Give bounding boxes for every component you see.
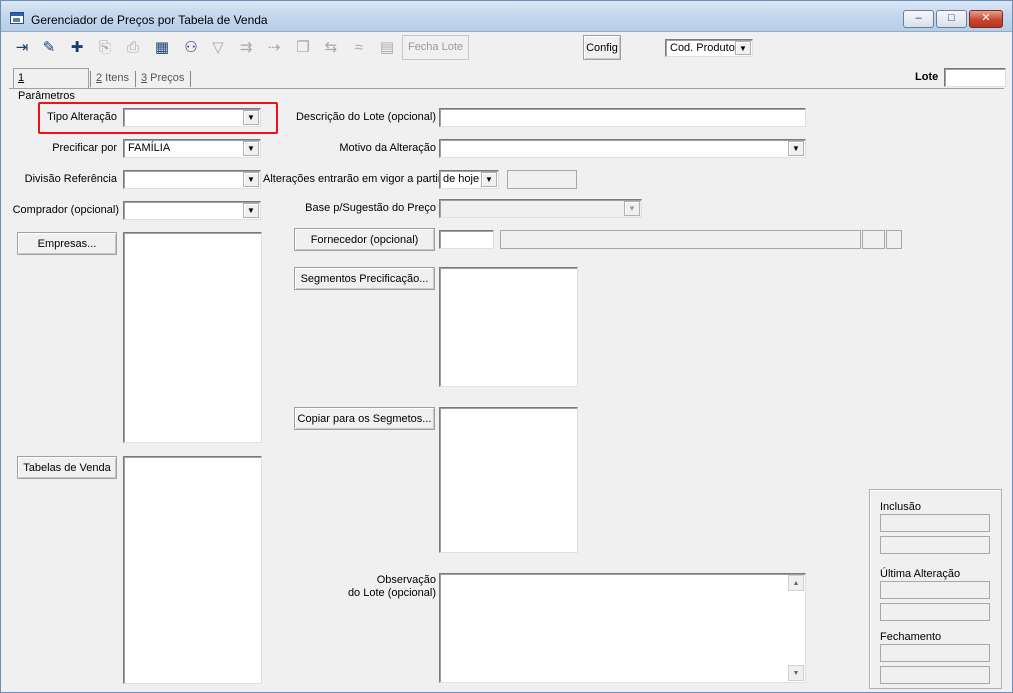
tab-parametros-key: 1 <box>18 72 25 84</box>
tipo-alteracao-label: Tipo Alteração <box>47 111 117 123</box>
chevron-down-icon[interactable]: ▼ <box>788 141 804 156</box>
ultima-alteracao-user-input[interactable] <box>880 581 990 599</box>
motivo-alteracao-select[interactable]: ▼ <box>439 139 806 158</box>
inclusao-label: Inclusão <box>880 501 921 513</box>
divisao-referencia-label: Divisão Referência <box>24 173 117 185</box>
close-button[interactable]: ✕ <box>969 10 1003 28</box>
fornecedor-extra-input[interactable] <box>862 230 885 249</box>
scroll-up-icon[interactable]: ▲ <box>788 575 804 591</box>
tab-itens-label: Itens <box>102 72 130 84</box>
base-sugestao-label: Base p/Sugestão do Preço <box>305 202 436 214</box>
exit-icon[interactable]: ⇥ <box>9 35 35 60</box>
toolbar: ⇥ ✎ ✚ ⎘ ⎙ ▦ ⚇ ▽ ⇉ ⇢ ❐ ⇆ ≈ ▤ Fecha Lote C… <box>6 33 1006 61</box>
tab-divider <box>9 88 1004 89</box>
comprador-select[interactable]: ▼ <box>123 201 261 220</box>
sort-select-value: Cod. Produto <box>670 42 735 54</box>
tab-parametros[interactable]: 1 Parâmetros <box>13 68 89 102</box>
motivo-alteracao-label: Motivo da Alteração <box>339 142 436 154</box>
eraser-icon[interactable]: ✎ <box>36 35 62 60</box>
chevron-down-icon[interactable]: ▼ <box>243 172 259 187</box>
ultima-alteracao-date-input[interactable] <box>880 603 990 621</box>
binoculars-icon[interactable]: ⚇ <box>178 35 204 60</box>
vigor-value: de hoje <box>443 173 480 185</box>
print-icon[interactable]: ⎙ <box>120 35 146 60</box>
title-bar[interactable]: Gerenciador de Preços por Tabela de Vend… <box>1 1 1012 32</box>
minimize-button[interactable]: – <box>903 10 934 28</box>
copy-icon[interactable]: ⎘ <box>92 35 118 60</box>
spreadsheet-icon[interactable]: ▦ <box>149 35 175 60</box>
tab-separator <box>190 71 191 87</box>
vigor-date-input[interactable] <box>507 170 577 189</box>
observacao-textarea[interactable]: ▲ ▼ <box>439 573 806 683</box>
tab-separator <box>135 71 136 87</box>
scroll-down-icon[interactable]: ▼ <box>788 665 804 681</box>
inclusao-date-input[interactable] <box>880 536 990 554</box>
add-record-icon[interactable]: ✚ <box>64 35 90 60</box>
segmentos-list[interactable] <box>439 267 578 387</box>
inclusao-user-input[interactable] <box>880 514 990 532</box>
precificar-por-label: Precificar por <box>52 142 117 154</box>
tab-separator <box>90 71 91 87</box>
descricao-lote-label: Descrição do Lote (opcional) <box>295 111 436 123</box>
tabelas-venda-button[interactable]: Tabelas de Venda <box>17 456 117 479</box>
fornecedor-code-input[interactable] <box>439 230 494 249</box>
maximize-button[interactable]: □ <box>936 10 967 28</box>
chart-icon[interactable]: ≈ <box>346 35 372 60</box>
precificar-por-select[interactable]: FAMÍLIA ▼ <box>123 139 261 158</box>
ultima-alteracao-label: Última Alteração <box>880 568 961 580</box>
sort-select[interactable]: Cod. Produto ▼ <box>665 39 753 57</box>
tabelas-venda-list[interactable] <box>123 456 262 684</box>
fechamento-date-input[interactable] <box>880 666 990 684</box>
price-icon[interactable]: ⇆ <box>318 35 344 60</box>
copiar-segmentos-list[interactable] <box>439 407 578 553</box>
app-icon <box>10 12 24 24</box>
chevron-down-icon[interactable]: ▼ <box>243 110 259 125</box>
vigor-select[interactable]: de hoje ▼ <box>439 170 499 189</box>
empresas-list[interactable] <box>123 232 262 443</box>
tipo-alteracao-select[interactable]: ▼ <box>123 108 261 127</box>
duplicate-icon[interactable]: ❐ <box>290 35 316 60</box>
copiar-segmentos-button[interactable]: Copiar para os Segmetos... <box>294 407 435 430</box>
chevron-down-icon[interactable]: ▼ <box>624 201 640 216</box>
precificar-por-value: FAMÍLIA <box>128 142 171 154</box>
comprador-label: Comprador (opcional) <box>12 204 119 216</box>
divisao-referencia-select[interactable]: ▼ <box>123 170 261 189</box>
chevron-down-icon[interactable]: ▼ <box>243 141 259 156</box>
export-icon[interactable]: ⇉ <box>233 35 259 60</box>
fornecedor-extra2-input[interactable] <box>886 230 902 249</box>
empresas-button[interactable]: Empresas... <box>17 232 117 255</box>
fechamento-user-input[interactable] <box>880 644 990 662</box>
window-title: Gerenciador de Preços por Tabela de Vend… <box>31 13 268 27</box>
fornecedor-button[interactable]: Fornecedor (opcional) <box>294 228 435 251</box>
fechamento-label: Fechamento <box>880 631 942 643</box>
filter-icon[interactable]: ▽ <box>205 35 231 60</box>
tab-precos-label: Preços <box>147 72 185 84</box>
import-icon[interactable]: ⇢ <box>261 35 287 60</box>
vigor-label: Alterações entrarão em vigor a partir <box>263 173 442 185</box>
tab-precos[interactable]: 3 Preços <box>137 69 189 89</box>
segmentos-button[interactable]: Segmentos Precificação... <box>294 267 435 290</box>
lote-label: Lote <box>915 71 939 83</box>
fornecedor-name-input[interactable] <box>500 230 861 249</box>
grid-icon[interactable]: ▤ <box>374 35 400 60</box>
lote-input[interactable] <box>944 68 1006 87</box>
chevron-down-icon[interactable]: ▼ <box>243 203 259 218</box>
chevron-down-icon[interactable]: ▼ <box>481 172 497 187</box>
config-button[interactable]: Config <box>583 35 621 60</box>
tab-itens[interactable]: 2 Itens <box>92 69 134 89</box>
tab-parametros-label: Parâmetros <box>18 90 75 102</box>
descricao-lote-input[interactable] <box>439 108 806 127</box>
app-window: Gerenciador de Preços por Tabela de Vend… <box>0 0 1013 693</box>
observacao-label-line2: do Lote (opcional) <box>347 587 436 599</box>
base-sugestao-select[interactable]: ▼ <box>439 199 642 218</box>
fecha-lote-button[interactable]: Fecha Lote <box>402 35 469 60</box>
chevron-down-icon[interactable]: ▼ <box>735 41 751 55</box>
observacao-label-line1: Observação <box>376 574 436 586</box>
